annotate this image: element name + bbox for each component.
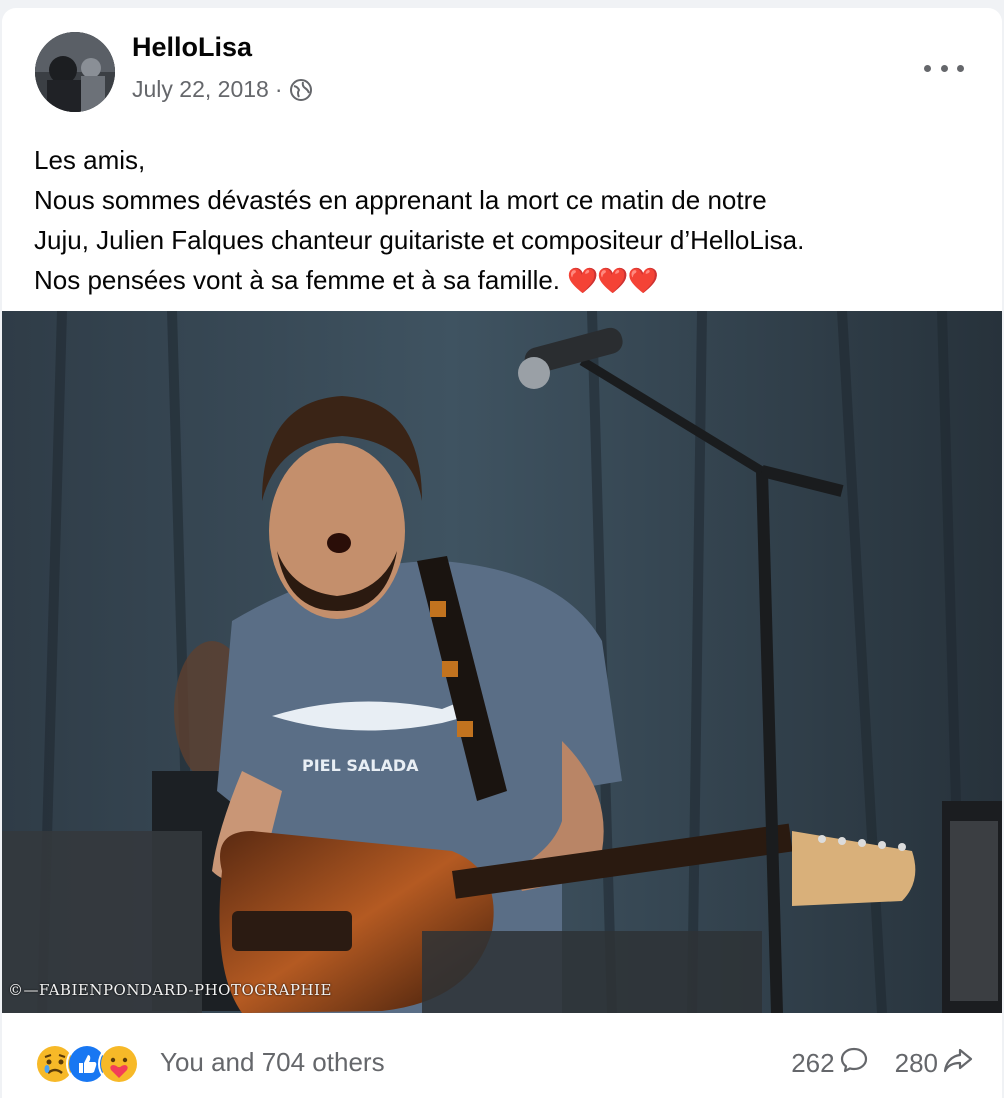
shares-count: 280	[894, 1048, 938, 1078]
more-options-icon[interactable]	[924, 58, 964, 78]
post-text: Les amis, Nous sommes dévastés en appren…	[34, 140, 974, 301]
comments-count-link[interactable]: 262	[791, 1045, 868, 1082]
heart-emoji-icon: ❤️❤️❤️	[567, 267, 658, 295]
comment-icon	[839, 1045, 869, 1082]
photo-watermark: ©—FABIENPONDARD-PHOTOGRAPHIE	[8, 981, 332, 999]
post-text-line: Nos pensées vont à sa femme et à sa fami…	[34, 260, 974, 301]
author-name[interactable]: HelloLisa	[132, 32, 252, 63]
post-date[interactable]: July 22, 2018	[132, 76, 269, 103]
globe-icon	[289, 78, 313, 102]
shares-count-link[interactable]: 280	[895, 1045, 974, 1082]
share-icon	[942, 1045, 974, 1082]
post-text-line: Nous sommes dévastés en apprenant la mor…	[34, 185, 767, 215]
post-text-line: Les amis,	[34, 145, 146, 175]
care-reaction-icon	[98, 1043, 140, 1085]
comments-count: 262	[791, 1048, 835, 1078]
post-photo[interactable]: PIEL SALADA	[2, 310, 1002, 1014]
author-avatar[interactable]	[35, 32, 115, 112]
post-text-line-content: Nos pensées vont à sa femme et à sa fami…	[34, 265, 561, 295]
engagement-counts: 262 280	[791, 1045, 974, 1082]
reaction-icons[interactable]	[34, 1043, 140, 1085]
meta-separator: ·	[274, 76, 283, 102]
post-footer: You and 704 others 262 280	[2, 1013, 1002, 1098]
reaction-summary[interactable]: You and 704 others	[160, 1047, 385, 1078]
post-text-line: Juju, Julien Falques chanteur guitariste…	[34, 225, 805, 255]
post-card: HelloLisa July 22, 2018 · Les amis, Nous…	[2, 8, 1002, 1098]
post-meta: July 22, 2018 ·	[132, 76, 313, 103]
svg-text:PIEL SALADA: PIEL SALADA	[302, 756, 419, 775]
